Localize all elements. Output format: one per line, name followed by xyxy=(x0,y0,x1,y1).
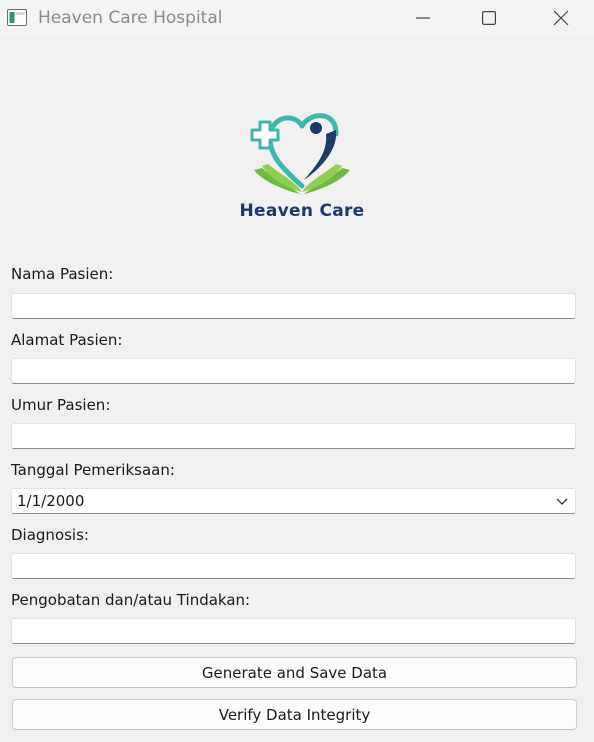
maximize-icon xyxy=(482,11,496,25)
minimize-button[interactable] xyxy=(400,0,446,36)
verify-integrity-button[interactable]: Verify Data Integrity xyxy=(12,699,577,730)
alamat-pasien-label: Alamat Pasien: xyxy=(11,331,123,349)
tanggal-pemeriksaan-value: 1/1/2000 xyxy=(17,492,85,510)
nama-pasien-label: Nama Pasien: xyxy=(11,265,114,283)
pengobatan-label: Pengobatan dan/atau Tindakan: xyxy=(11,591,251,609)
app-window: Heaven Care Hospital Heaven Care Nama Pa… xyxy=(0,0,594,742)
pengobatan-input[interactable] xyxy=(11,618,576,644)
window-title: Heaven Care Hospital xyxy=(38,8,223,28)
alamat-pasien-input[interactable] xyxy=(11,358,576,384)
logo-text: Heaven Care xyxy=(239,201,365,221)
umur-pasien-label: Umur Pasien: xyxy=(11,396,111,414)
chevron-down-icon[interactable] xyxy=(555,494,569,508)
diagnosis-input[interactable] xyxy=(11,553,576,579)
close-icon xyxy=(553,10,569,26)
app-window-icon xyxy=(7,9,27,26)
generate-save-button[interactable]: Generate and Save Data xyxy=(12,657,577,688)
diagnosis-label: Diagnosis: xyxy=(11,526,89,544)
tanggal-pemeriksaan-label: Tanggal Pemeriksaan: xyxy=(11,461,175,479)
maximize-button[interactable] xyxy=(466,0,512,36)
title-bar: Heaven Care Hospital xyxy=(0,0,594,36)
close-button[interactable] xyxy=(538,0,584,36)
umur-pasien-input[interactable] xyxy=(11,423,576,449)
nama-pasien-input[interactable] xyxy=(11,293,576,319)
heart-care-logo-icon xyxy=(250,113,350,194)
minimize-icon xyxy=(416,17,430,19)
tanggal-pemeriksaan-date-picker[interactable]: 1/1/2000 xyxy=(11,488,576,514)
hospital-logo: Heaven Care xyxy=(232,108,372,226)
